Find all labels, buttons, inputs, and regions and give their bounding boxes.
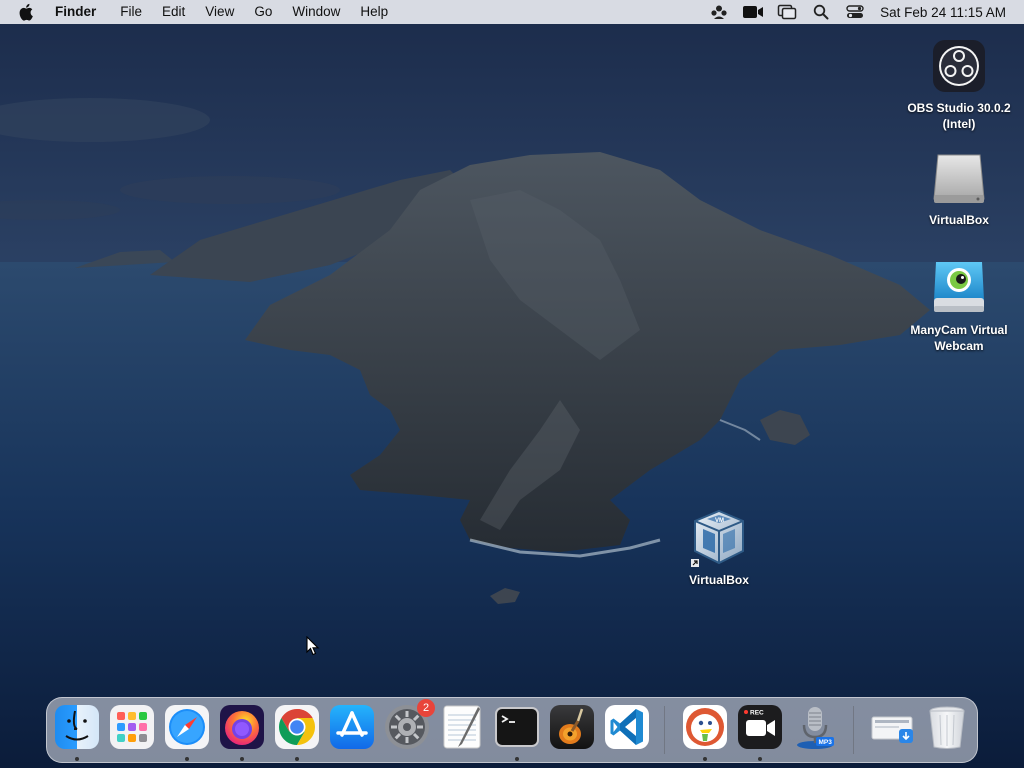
menu-file[interactable]: File	[110, 0, 152, 24]
desktop-icon-obs-studio[interactable]: OBS Studio 30.0.2 (Intel)	[899, 36, 1019, 132]
video-camera-icon[interactable]	[742, 0, 764, 24]
dock-app-duckduckgo[interactable]	[681, 703, 729, 751]
running-indicator	[75, 757, 79, 761]
mouse-cursor-icon	[306, 636, 320, 656]
desktop-icon-label: OBS Studio 30.0.2 (Intel)	[907, 101, 1011, 131]
screen-mirroring-icon[interactable]	[776, 0, 798, 24]
running-indicator	[240, 757, 244, 761]
finder-icon	[55, 705, 99, 749]
desktop[interactable]: Finder File Edit View Go Window Help Sat…	[0, 0, 1024, 768]
vscode-icon	[605, 705, 649, 749]
manycam-installer-icon	[929, 258, 989, 318]
dock: 2 REC MP3	[46, 697, 978, 763]
rec-tag: REC	[750, 710, 764, 717]
desktop-icon-label: VirtualBox	[929, 213, 989, 227]
desktop-icon-virtualbox-disk[interactable]: VirtualBox	[899, 148, 1019, 228]
desktop-icon-virtualbox-alias[interactable]: VM VirtualBox	[659, 508, 779, 588]
trash-icon	[929, 706, 965, 749]
dock-app-terminal[interactable]	[493, 703, 541, 751]
virtualbox-alias-icon: VM	[689, 508, 749, 568]
menu-help[interactable]: Help	[350, 0, 398, 24]
running-indicator	[295, 757, 299, 761]
spotlight-search-icon[interactable]	[810, 0, 832, 24]
dock-app-garageband[interactable]	[548, 703, 596, 751]
dock-app-launchpad[interactable]	[108, 703, 156, 751]
dock-app-chrome[interactable]	[273, 703, 321, 751]
running-indicator	[515, 757, 519, 761]
obs-studio-icon	[929, 36, 989, 96]
app-store-icon	[330, 705, 374, 749]
dock-app-screen-recorder[interactable]: REC	[736, 703, 784, 751]
apple-menu-icon[interactable]	[18, 0, 36, 24]
firefox-icon	[220, 705, 264, 749]
desktop-icon-label: VirtualBox	[689, 573, 749, 587]
terminal-icon	[495, 707, 539, 747]
textedit-icon	[443, 705, 481, 749]
dock-app-audio-recorder[interactable]: MP3	[791, 703, 839, 751]
dock-separator	[664, 706, 665, 754]
dock-separator	[853, 706, 854, 754]
dock-app-downloads[interactable]	[869, 703, 917, 751]
svg-text:VM: VM	[715, 518, 724, 524]
mp3-tag: MP3	[819, 739, 833, 746]
dock-app-trash[interactable]	[923, 703, 971, 751]
microphone-mp3-icon: MP3	[797, 707, 834, 749]
duckduckgo-icon	[683, 705, 727, 749]
running-indicator	[185, 757, 189, 761]
menu-bar: Finder File Edit View Go Window Help Sat…	[0, 0, 1024, 24]
chrome-icon	[275, 705, 319, 749]
user-group-icon[interactable]	[708, 0, 730, 24]
dock-app-vscode[interactable]	[603, 703, 651, 751]
menu-app-name[interactable]: Finder	[53, 0, 110, 24]
menu-window[interactable]: Window	[282, 0, 350, 24]
garageband-icon	[550, 705, 594, 749]
running-indicator	[703, 757, 707, 761]
menu-go[interactable]: Go	[244, 0, 282, 24]
menu-view[interactable]: View	[195, 0, 244, 24]
dock-app-textedit[interactable]	[438, 703, 486, 751]
disk-image-icon	[929, 148, 989, 208]
menu-clock[interactable]: Sat Feb 24 11:15 AM	[880, 5, 1006, 20]
dock-app-app-store[interactable]	[328, 703, 376, 751]
running-indicator	[758, 757, 762, 761]
safari-icon	[165, 705, 209, 749]
notification-badge: 2	[417, 699, 435, 717]
dock-app-safari[interactable]	[163, 703, 211, 751]
desktop-icon-manycam[interactable]: ManyCam Virtual Webcam	[899, 258, 1019, 354]
dock-app-firefox[interactable]	[218, 703, 266, 751]
dock-app-system-preferences[interactable]: 2	[383, 699, 435, 751]
menu-edit[interactable]: Edit	[152, 0, 195, 24]
control-center-icon[interactable]	[844, 0, 866, 24]
wallpaper-island	[0, 0, 1024, 768]
screen-recorder-icon: REC	[738, 705, 782, 749]
dock-app-finder[interactable]	[53, 703, 101, 751]
downloads-stack-icon	[871, 716, 913, 743]
desktop-icon-label: ManyCam Virtual Webcam	[910, 323, 1008, 353]
launchpad-icon	[110, 705, 154, 749]
